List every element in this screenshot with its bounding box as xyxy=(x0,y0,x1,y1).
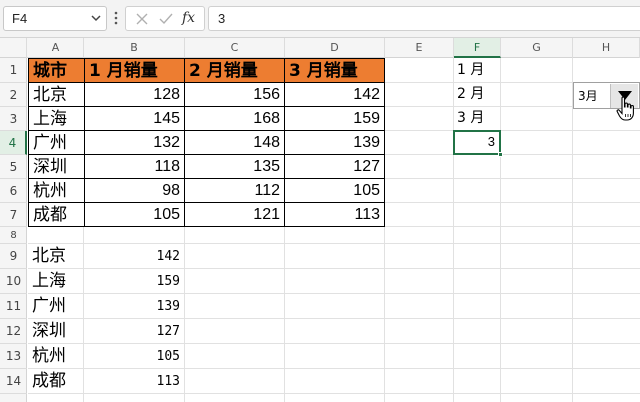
month-list-cell[interactable]: 3 月 xyxy=(454,106,500,130)
table-cell-value[interactable]: 128 xyxy=(85,83,185,107)
select-all-corner[interactable] xyxy=(0,38,27,58)
row-header[interactable]: 2 xyxy=(0,83,27,107)
check-icon[interactable] xyxy=(157,10,175,28)
row-header[interactable]: 4 xyxy=(0,131,27,155)
table-cell-value[interactable]: 127 xyxy=(285,155,385,179)
column-header-g[interactable]: G xyxy=(501,38,573,58)
result-value-cell[interactable]: 142 xyxy=(84,244,184,268)
column-header-bar: A B C D E F G H xyxy=(0,38,640,58)
column-header-a[interactable]: A xyxy=(28,38,84,58)
table-cell-value[interactable]: 105 xyxy=(285,179,385,203)
month-list-cell[interactable]: 2 月 xyxy=(454,82,500,106)
row-header[interactable]: 7 xyxy=(0,203,27,227)
sales-table: 城市 1 月销量 2 月销量 3 月销量 北京 128 156 142 上海 1… xyxy=(28,58,385,227)
result-city-cell[interactable]: 深圳 xyxy=(28,319,83,343)
chevron-down-icon[interactable] xyxy=(90,11,102,25)
table-cell-value[interactable]: 142 xyxy=(285,83,385,107)
table-cell-value[interactable]: 105 xyxy=(85,203,185,227)
fill-handle[interactable] xyxy=(498,152,503,157)
row-header[interactable]: 6 xyxy=(0,179,27,203)
row-header[interactable]: 8 xyxy=(0,227,27,244)
table-cell-value[interactable]: 159 xyxy=(285,107,385,131)
combo-box-value: 3月 xyxy=(578,89,598,103)
month-list-cell[interactable]: 1 月 xyxy=(454,58,500,82)
more-options-icon[interactable] xyxy=(114,11,118,25)
column-header-f[interactable]: F xyxy=(454,38,501,58)
table-cell-city[interactable]: 深圳 xyxy=(29,155,85,179)
column-header-h[interactable]: H xyxy=(573,38,640,58)
formula-bar: F4 fx 3 xyxy=(0,0,640,38)
table-cell-city[interactable]: 北京 xyxy=(29,83,85,107)
table-cell-value[interactable]: 139 xyxy=(285,131,385,155)
table-cell-value[interactable]: 132 xyxy=(85,131,185,155)
table-header-cell[interactable]: 3 月销量 xyxy=(285,59,385,83)
row-header[interactable]: 12 xyxy=(0,319,27,344)
result-city-cell[interactable]: 北京 xyxy=(28,244,83,268)
table-cell-city[interactable]: 成都 xyxy=(29,203,85,227)
result-city-cell[interactable]: 上海 xyxy=(28,269,83,293)
result-value-cell[interactable]: 113 xyxy=(84,369,184,393)
name-box-value: F4 xyxy=(12,11,28,26)
table-cell-value[interactable]: 121 xyxy=(185,203,285,227)
row-header[interactable]: 11 xyxy=(0,294,27,319)
table-cell-value[interactable]: 148 xyxy=(185,131,285,155)
table-cell-value[interactable]: 113 xyxy=(285,203,385,227)
name-box[interactable]: F4 xyxy=(3,6,107,31)
column-header-b[interactable]: B xyxy=(84,38,185,58)
formula-input-value: 3 xyxy=(218,11,226,26)
table-cell-city[interactable]: 杭州 xyxy=(29,179,85,203)
cancel-icon[interactable] xyxy=(134,10,150,28)
active-cell[interactable]: 3 xyxy=(453,130,501,155)
result-value-cell[interactable]: 105 xyxy=(84,344,184,368)
formula-buttons: fx xyxy=(125,6,205,31)
row-header[interactable]: 14 xyxy=(0,369,27,394)
formula-input[interactable]: 3 xyxy=(208,6,640,31)
insert-function-button[interactable]: fx xyxy=(182,10,195,28)
table-cell-value[interactable]: 156 xyxy=(185,83,285,107)
row-header[interactable]: 3 xyxy=(0,107,27,131)
table-cell-city[interactable]: 广州 xyxy=(29,131,85,155)
table-cell-city[interactable]: 上海 xyxy=(29,107,85,131)
column-header-e[interactable]: E xyxy=(385,38,454,58)
table-cell-value[interactable]: 112 xyxy=(185,179,285,203)
table-cell-value[interactable]: 135 xyxy=(185,155,285,179)
result-value-cell[interactable]: 139 xyxy=(84,294,184,318)
column-header-c[interactable]: C xyxy=(185,38,285,58)
table-header-cell[interactable]: 1 月销量 xyxy=(85,59,185,83)
row-header-bar: 1 2 3 4 5 6 7 8 9 10 11 12 13 14 xyxy=(0,58,27,402)
worksheet-grid[interactable]: 城市 1 月销量 2 月销量 3 月销量 北京 128 156 142 上海 1… xyxy=(28,58,640,402)
result-value-cell[interactable]: 127 xyxy=(84,319,184,343)
result-city-cell[interactable]: 广州 xyxy=(28,294,83,318)
table-header-cell[interactable]: 2 月销量 xyxy=(185,59,285,83)
row-header[interactable]: 9 xyxy=(0,244,27,269)
result-city-cell[interactable]: 杭州 xyxy=(28,344,83,368)
table-header-cell[interactable]: 城市 xyxy=(29,59,85,83)
result-city-cell[interactable]: 成都 xyxy=(28,369,83,393)
table-cell-value[interactable]: 118 xyxy=(85,155,185,179)
row-header[interactable]: 1 xyxy=(0,58,27,83)
hand-cursor-icon xyxy=(616,96,634,121)
row-header[interactable]: 5 xyxy=(0,155,27,179)
column-header-d[interactable]: D xyxy=(285,38,385,58)
table-cell-value[interactable]: 168 xyxy=(185,107,285,131)
row-header[interactable]: 10 xyxy=(0,269,27,294)
row-header[interactable]: 13 xyxy=(0,344,27,369)
table-cell-value[interactable]: 98 xyxy=(85,179,185,203)
result-value-cell[interactable]: 159 xyxy=(84,269,184,293)
table-cell-value[interactable]: 145 xyxy=(85,107,185,131)
